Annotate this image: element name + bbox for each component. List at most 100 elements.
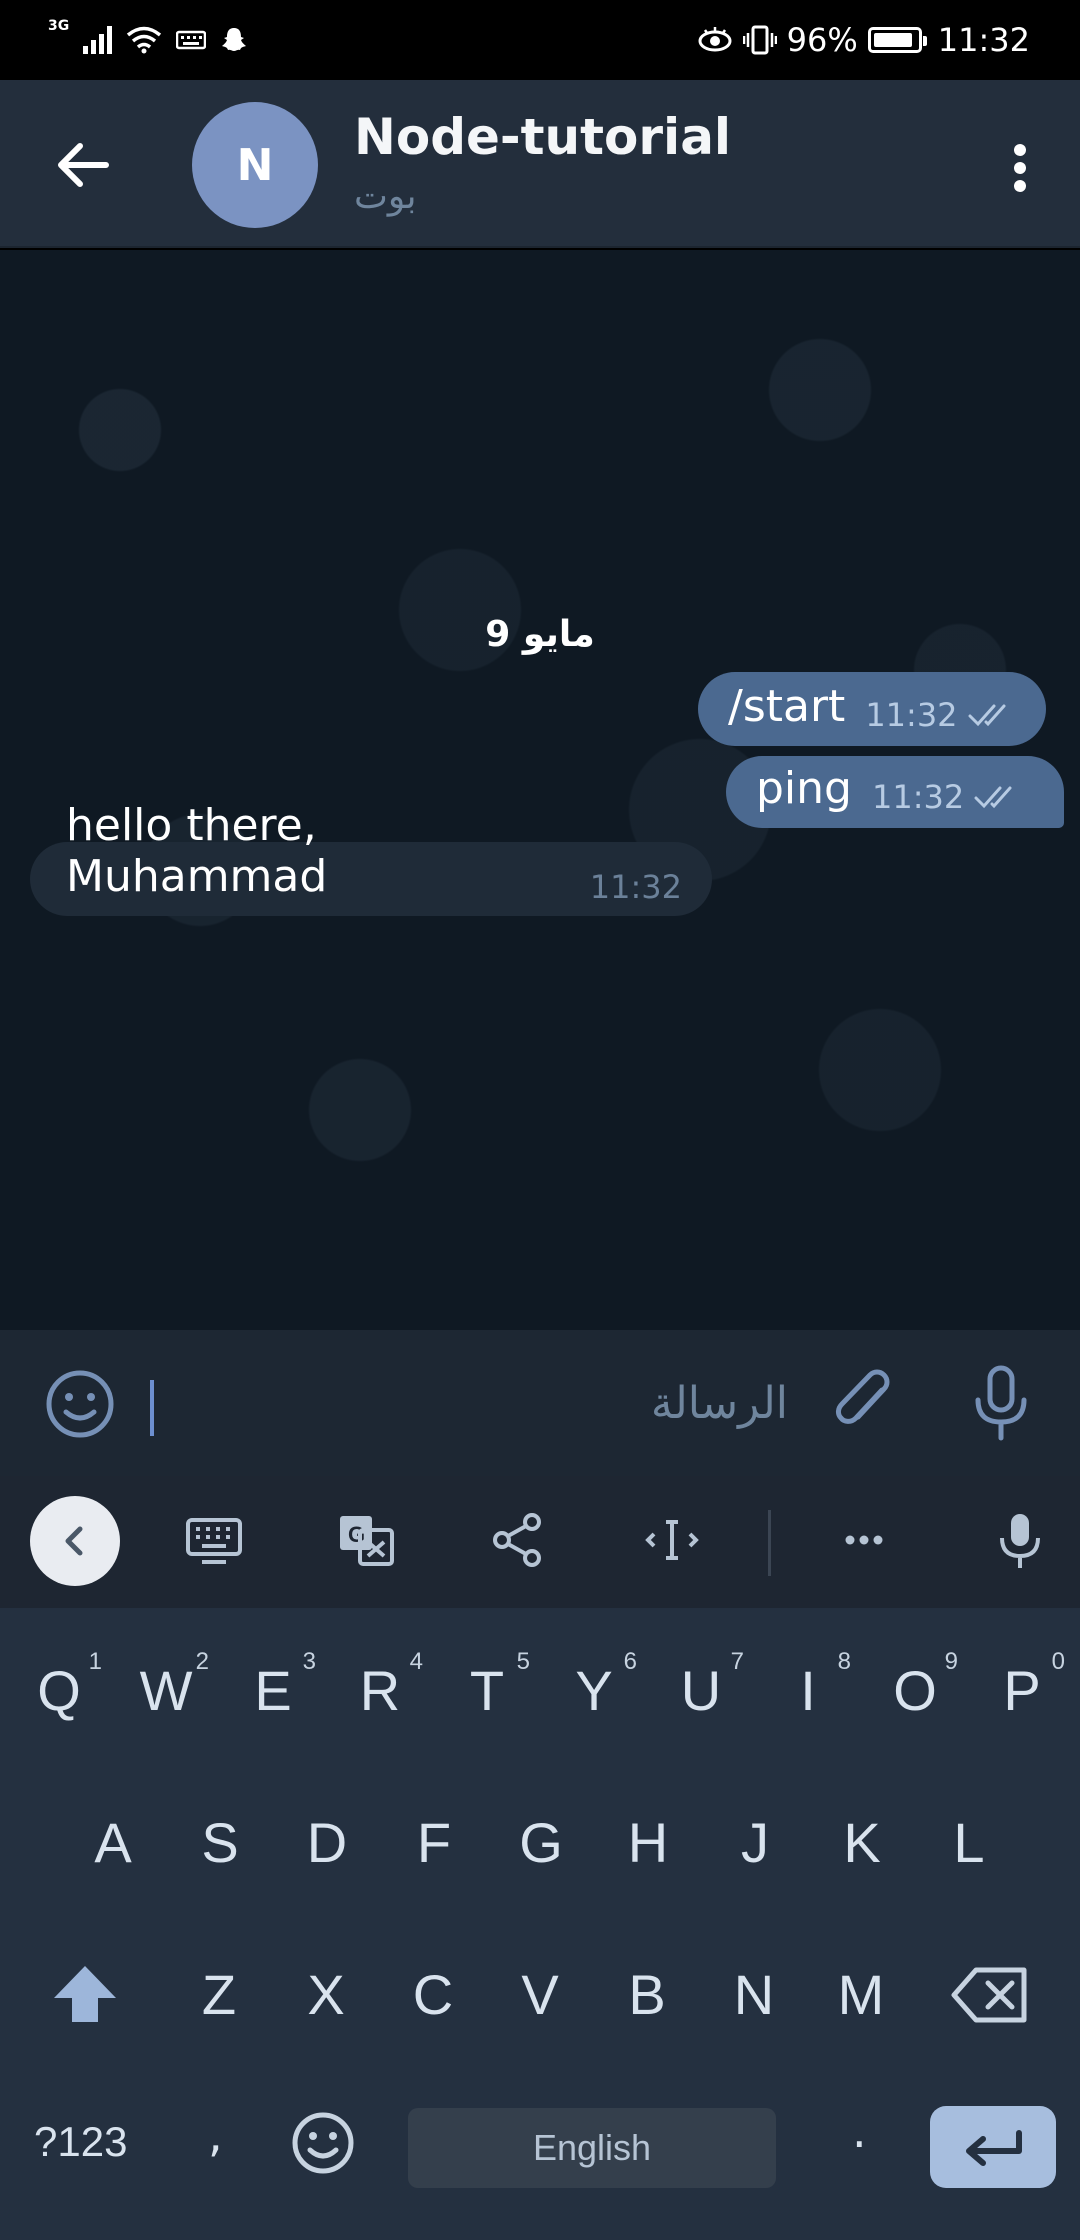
key-label: I — [800, 1659, 816, 1722]
message-time: 11:32 — [865, 696, 958, 734]
key-i[interactable]: I8 — [763, 1648, 853, 1723]
symbols-key[interactable]: ?123 — [34, 2118, 127, 2166]
paperclip-icon — [836, 1369, 890, 1424]
enter-key[interactable] — [930, 2106, 1056, 2188]
chat-area[interactable]: 9 مايو /start 11:32 ping 11:32 hello the… — [0, 250, 1080, 1330]
more-options-button[interactable] — [1000, 138, 1040, 198]
key-hint: 7 — [730, 1648, 744, 1675]
key-label: O — [893, 1659, 937, 1722]
key-l[interactable]: L — [924, 1810, 1014, 1875]
battery-icon — [867, 27, 927, 53]
key-hint: 6 — [623, 1648, 637, 1675]
key-c[interactable]: C — [388, 1962, 478, 2027]
message-meta: 11:32 — [872, 778, 1026, 828]
key-w[interactable]: W2 — [121, 1648, 211, 1723]
eye-comfort-icon — [698, 27, 732, 52]
message-bubble-outgoing[interactable]: /start 11:32 — [698, 672, 1046, 746]
snapchat-icon — [222, 28, 247, 51]
keyboard-notification-icon — [176, 30, 207, 50]
enter-icon — [966, 2130, 1022, 2166]
key-label: Y — [575, 1659, 613, 1722]
shift-icon — [54, 1966, 116, 2022]
date-separator: 9 مايو — [485, 614, 595, 655]
key-r[interactable]: R4 — [335, 1648, 425, 1723]
key-y[interactable]: Y6 — [549, 1648, 639, 1723]
key-label: Q — [37, 1659, 81, 1722]
key-n[interactable]: N — [709, 1962, 799, 2027]
message-text: ping — [756, 763, 852, 814]
message-bubble-incoming[interactable]: hello there, Muhammad 11:32 — [30, 800, 712, 916]
svg-text:G: G — [348, 1522, 365, 1547]
network-type: 3G — [48, 18, 70, 34]
share-icon[interactable] — [486, 1508, 550, 1572]
keyboard-toolbar: G — [0, 1476, 1080, 1608]
more-horizontal-icon[interactable] — [832, 1508, 896, 1572]
key-x[interactable]: X — [281, 1962, 371, 2027]
key-m[interactable]: M — [816, 1962, 906, 2027]
key-p[interactable]: P0 — [977, 1648, 1067, 1723]
wifi-icon — [127, 26, 162, 54]
toolbar-divider — [768, 1510, 771, 1576]
toolbar-collapse-button[interactable] — [30, 1496, 120, 1586]
shift-key[interactable] — [50, 1962, 120, 2028]
key-b[interactable]: B — [602, 1962, 692, 2027]
message-composer: الرسالة — [0, 1330, 1080, 1476]
dot-icon — [1014, 180, 1026, 192]
key-v[interactable]: V — [495, 1962, 585, 2027]
voice-input-icon[interactable] — [988, 1508, 1052, 1572]
key-a[interactable]: A — [68, 1810, 158, 1875]
chat-title[interactable]: Node-tutorial — [354, 108, 731, 166]
key-label: W — [139, 1659, 193, 1722]
double-check-icon — [974, 786, 1012, 809]
status-left: 3G — [48, 18, 248, 54]
vibrate-icon — [742, 25, 777, 55]
back-button[interactable] — [48, 130, 118, 200]
arrow-left-icon — [58, 143, 109, 187]
translate-icon[interactable]: G — [334, 1508, 398, 1572]
chevron-left-icon — [65, 1526, 83, 1556]
key-g[interactable]: G — [496, 1810, 586, 1875]
key-label: U — [680, 1659, 722, 1722]
key-label: E — [254, 1659, 292, 1722]
key-q[interactable]: Q1 — [14, 1648, 104, 1723]
key-hint: 9 — [944, 1648, 958, 1675]
key-o[interactable]: O9 — [870, 1648, 960, 1723]
message-text: /start — [728, 681, 846, 732]
key-d[interactable]: D — [282, 1810, 372, 1875]
comma-key[interactable]: , — [208, 2108, 223, 2162]
status-bar: 3G 96% 11:32 — [0, 0, 1080, 80]
double-check-icon — [968, 704, 1006, 727]
dot-icon — [1014, 162, 1026, 174]
smiley-icon — [292, 2112, 354, 2174]
keyboard-icon[interactable] — [182, 1508, 246, 1572]
key-label: T — [469, 1659, 505, 1722]
key-j[interactable]: J — [710, 1810, 800, 1875]
attach-button[interactable] — [830, 1366, 902, 1442]
text-cursor-icon[interactable] — [640, 1508, 704, 1572]
smiley-icon — [46, 1370, 114, 1438]
key-f[interactable]: F — [389, 1810, 479, 1875]
clock: 11:32 — [937, 21, 1030, 59]
battery-percent: 96% — [786, 21, 858, 59]
key-t[interactable]: T5 — [442, 1648, 532, 1723]
chat-header: N Node-tutorial بوت — [0, 80, 1080, 248]
period-key[interactable]: . — [852, 2104, 867, 2158]
voice-record-button[interactable] — [966, 1364, 1036, 1442]
key-hint: 0 — [1051, 1648, 1065, 1675]
emoji-key[interactable] — [290, 2110, 356, 2176]
key-h[interactable]: H — [603, 1810, 693, 1875]
key-e[interactable]: E3 — [228, 1648, 318, 1723]
key-z[interactable]: Z — [174, 1962, 264, 2027]
avatar[interactable]: N — [192, 102, 318, 228]
key-hint: 5 — [516, 1648, 530, 1675]
backspace-key[interactable] — [950, 1966, 1030, 2024]
dot-icon — [1014, 144, 1026, 156]
message-input[interactable]: الرسالة — [148, 1366, 788, 1440]
message-bubble-outgoing[interactable]: ping 11:32 — [726, 756, 1064, 828]
key-s[interactable]: S — [175, 1810, 265, 1875]
backspace-icon — [951, 1967, 1027, 2023]
space-key[interactable]: English — [408, 2108, 776, 2188]
emoji-button[interactable] — [44, 1368, 116, 1440]
key-k[interactable]: K — [817, 1810, 907, 1875]
key-u[interactable]: U7 — [656, 1648, 746, 1723]
